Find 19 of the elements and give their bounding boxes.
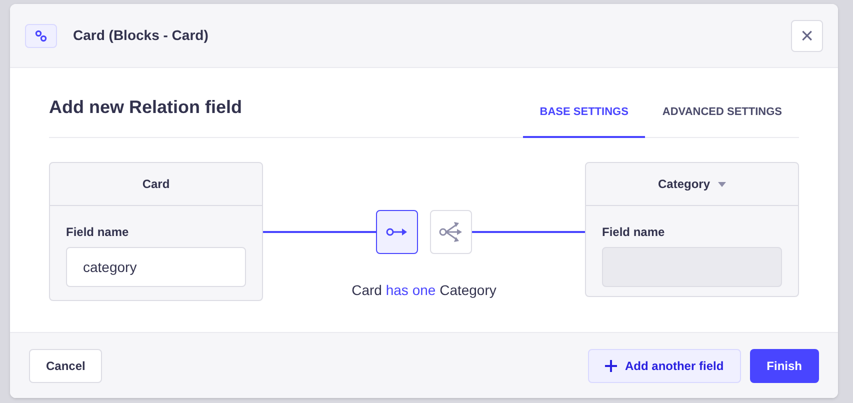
field-name-input[interactable]: category bbox=[66, 247, 246, 287]
relation-link-icon bbox=[25, 24, 57, 48]
relation-type-button[interactable] bbox=[376, 210, 418, 254]
close-button[interactable]: × bbox=[791, 20, 823, 52]
settings-tab[interactable]: BASE SETTINGS bbox=[522, 104, 646, 138]
cancel-button[interactable]: Cancel bbox=[29, 348, 102, 382]
caret-icon[interactable] bbox=[718, 182, 726, 186]
settings-tab[interactable]: ADVANCED SETTINGS bbox=[645, 104, 799, 138]
card-title: Card bbox=[142, 176, 170, 193]
modal-title: Card (Blocks - Card) bbox=[73, 26, 208, 45]
one-way-arrow-icon bbox=[386, 227, 408, 237]
branching-arrows-icon bbox=[439, 221, 463, 243]
plus-icon bbox=[604, 360, 617, 372]
field-label: Field name bbox=[602, 224, 666, 241]
form-title: Add new Relation field bbox=[49, 96, 242, 119]
finish-button[interactable]: Finish bbox=[750, 348, 819, 382]
field-label: Field name bbox=[66, 224, 130, 241]
relation-description: Card has one Category bbox=[352, 281, 496, 300]
add-another-field-button[interactable]: Add another field bbox=[588, 348, 741, 382]
